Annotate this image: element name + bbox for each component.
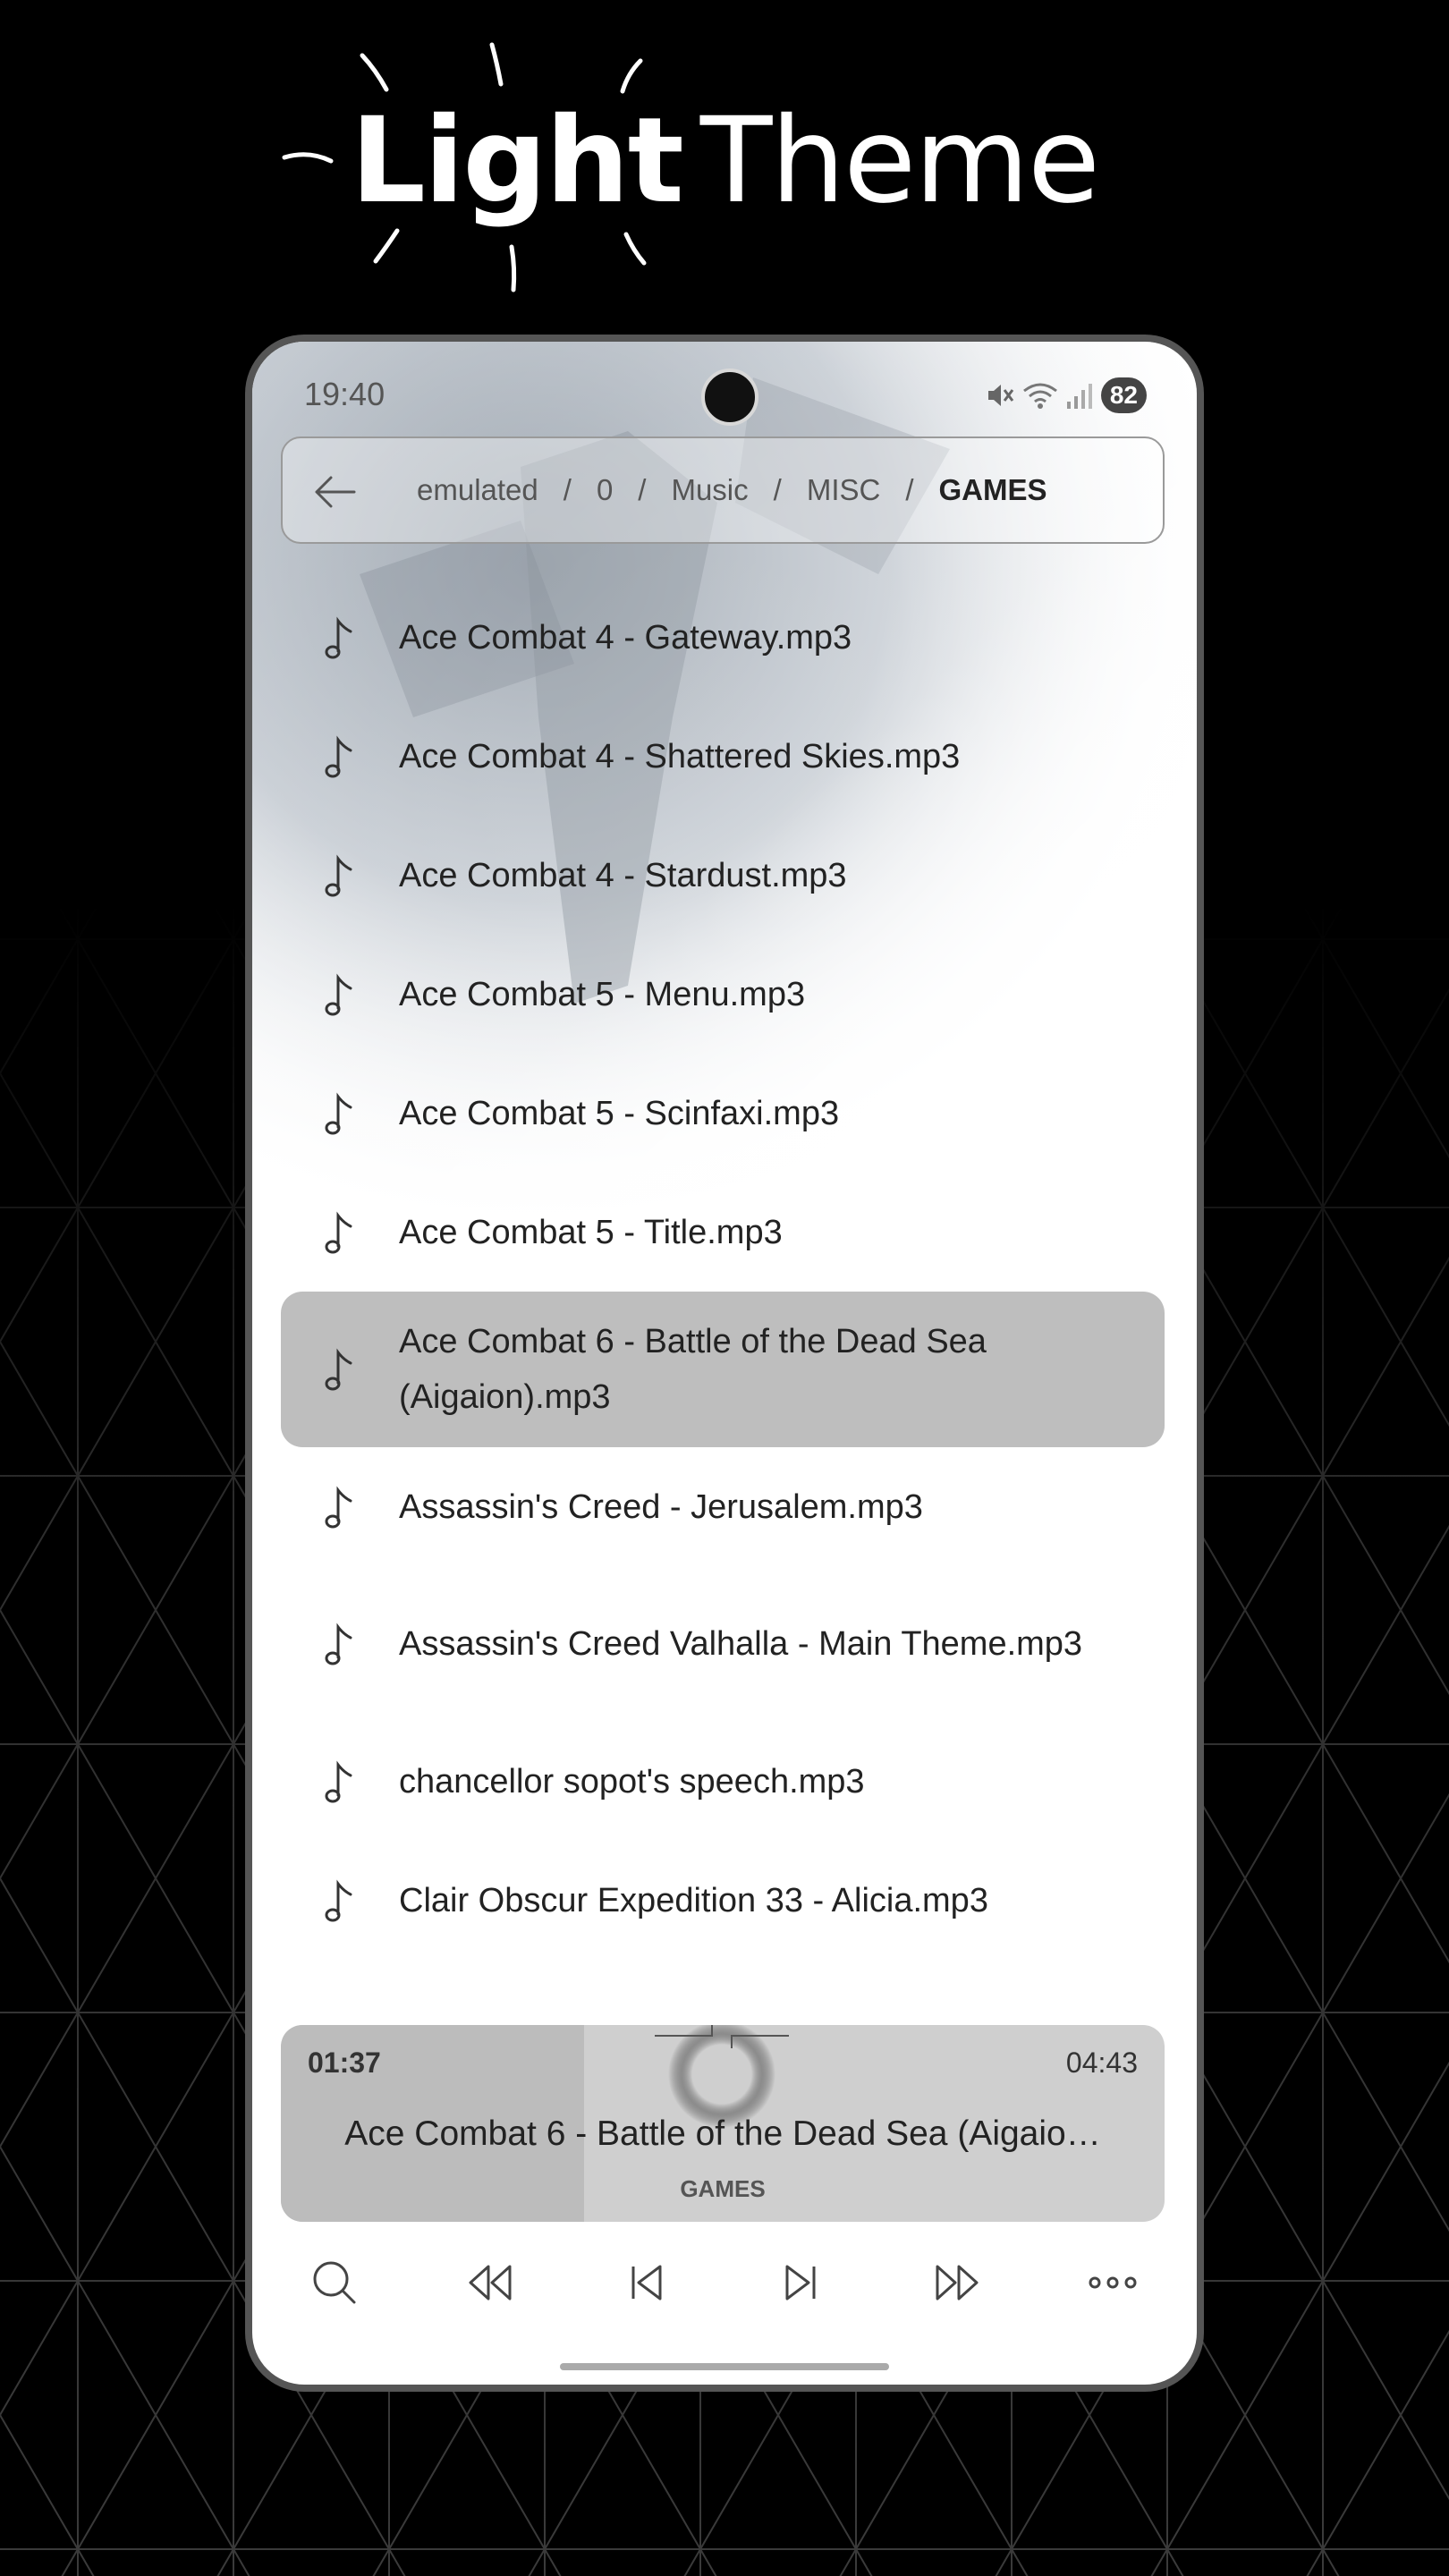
music-note-icon xyxy=(325,1879,352,1921)
list-item[interactable]: Ace Combat 4 - Shattered Skies.mp3 xyxy=(281,697,1165,816)
music-note-icon xyxy=(325,854,352,896)
music-note-icon xyxy=(325,1348,352,1391)
list-item[interactable]: Assassin's Creed - Jerusalem.mp3 xyxy=(281,1447,1165,1566)
path-breadcrumb-bar: emulated / 0 / Music / MISC / GAMES xyxy=(281,436,1165,544)
wifi-icon xyxy=(1022,383,1057,409)
headline-bold: Light xyxy=(350,92,684,230)
breadcrumb-separator: / xyxy=(638,473,647,506)
breadcrumb-current: GAMES xyxy=(938,473,1047,506)
status-icons: 82 xyxy=(985,376,1147,415)
file-name: Ace Combat 4 - Stardust.mp3 xyxy=(399,856,847,894)
now-playing-folder: GAMES xyxy=(680,2175,766,2202)
list-item[interactable]: Ace Combat 6 - Battle of the Dead Sea (A… xyxy=(281,1292,1165,1447)
music-note-icon xyxy=(325,1092,352,1134)
status-time: 19:40 xyxy=(304,376,386,412)
list-item[interactable]: chancellor sopot's speech.mp3 xyxy=(281,1722,1165,1841)
search-icon[interactable] xyxy=(306,2254,363,2311)
list-item[interactable]: Clair Obscur Expedition 33 - Alicia.mp3 xyxy=(281,1841,1165,1960)
battery-level: 82 xyxy=(1100,377,1147,413)
front-camera xyxy=(701,369,758,426)
phone-frame: 19:40 82 emulated / 0 / Music / MISC / G… xyxy=(245,335,1204,2392)
elapsed-time: 01:37 xyxy=(308,2046,381,2079)
list-item[interactable]: Ace Combat 4 - Stardust.mp3 xyxy=(281,816,1165,935)
status-bar: 19:40 82 xyxy=(252,369,1197,426)
list-item[interactable]: Ace Combat 5 - Scinfaxi.mp3 xyxy=(281,1054,1165,1173)
file-name: Assassin's Creed Valhalla - Main Theme.m… xyxy=(399,1625,1083,1663)
breadcrumb-music[interactable]: Music xyxy=(671,473,748,507)
breadcrumb-misc[interactable]: MISC xyxy=(807,473,881,507)
now-playing-bar[interactable]: 01:37 04:43 Ace Combat 6 - Battle of the… xyxy=(281,2025,1165,2222)
mute-icon xyxy=(987,385,1014,406)
file-name: Ace Combat 5 - Scinfaxi.mp3 xyxy=(399,1094,840,1132)
fast-forward-icon[interactable] xyxy=(928,2254,986,2311)
headline-regular: Theme xyxy=(699,92,1100,230)
playback-controls xyxy=(252,2247,1197,2327)
music-note-icon xyxy=(325,616,352,658)
file-name: Ace Combat 6 - Battle of the Dead Sea (A… xyxy=(399,1323,987,1416)
file-name: Ace Combat 5 - Title.mp3 xyxy=(399,1213,783,1251)
next-icon[interactable] xyxy=(773,2254,830,2311)
file-name: Ace Combat 4 - Shattered Skies.mp3 xyxy=(399,737,961,775)
file-name: chancellor sopot's speech.mp3 xyxy=(399,1762,865,1801)
file-name: Ace Combat 4 - Gateway.mp3 xyxy=(399,618,852,657)
more-icon[interactable] xyxy=(1084,2254,1141,2311)
previous-icon[interactable] xyxy=(617,2254,674,2311)
gesture-handle[interactable] xyxy=(560,2363,889,2370)
music-note-icon xyxy=(325,973,352,1015)
breadcrumb-separator: / xyxy=(773,473,782,506)
headline: Light Theme xyxy=(0,89,1449,233)
list-item[interactable]: Ace Combat 4 - Gateway.mp3 xyxy=(281,578,1165,697)
phone-screen: 19:40 82 emulated / 0 / Music / MISC / G… xyxy=(252,342,1197,2385)
breadcrumb-separator: / xyxy=(563,473,572,506)
music-note-icon xyxy=(325,735,352,777)
breadcrumb-0[interactable]: 0 xyxy=(597,473,613,507)
breadcrumb-emulated[interactable]: emulated xyxy=(417,473,538,507)
file-name: Assassin's Creed - Jerusalem.mp3 xyxy=(399,1487,923,1526)
music-note-icon xyxy=(325,1760,352,1802)
list-item[interactable]: Ace Combat 5 - Menu.mp3 xyxy=(281,935,1165,1054)
total-duration: 04:43 xyxy=(1065,2046,1138,2079)
back-arrow-icon[interactable] xyxy=(309,467,360,517)
signal-icon xyxy=(1066,384,1092,409)
file-name: Ace Combat 5 - Menu.mp3 xyxy=(399,975,806,1013)
breadcrumb: emulated / 0 / Music / MISC / GAMES xyxy=(417,438,1047,542)
file-list: Ace Combat 4 - Gateway.mp3 Ace Combat 4 -… xyxy=(281,578,1165,1960)
list-item[interactable]: Ace Combat 5 - Title.mp3 xyxy=(281,1173,1165,1292)
music-note-icon xyxy=(325,1623,352,1665)
list-item[interactable]: Assassin's Creed Valhalla - Main Theme.m… xyxy=(281,1566,1165,1722)
now-playing-title: Ace Combat 6 - Battle of the Dead Sea (A… xyxy=(344,2114,1101,2153)
music-note-icon xyxy=(325,1486,352,1528)
file-name: Clair Obscur Expedition 33 - Alicia.mp3 xyxy=(399,1881,988,1919)
rewind-icon[interactable] xyxy=(462,2254,519,2311)
music-note-icon xyxy=(325,1211,352,1253)
breadcrumb-separator: / xyxy=(905,473,914,506)
